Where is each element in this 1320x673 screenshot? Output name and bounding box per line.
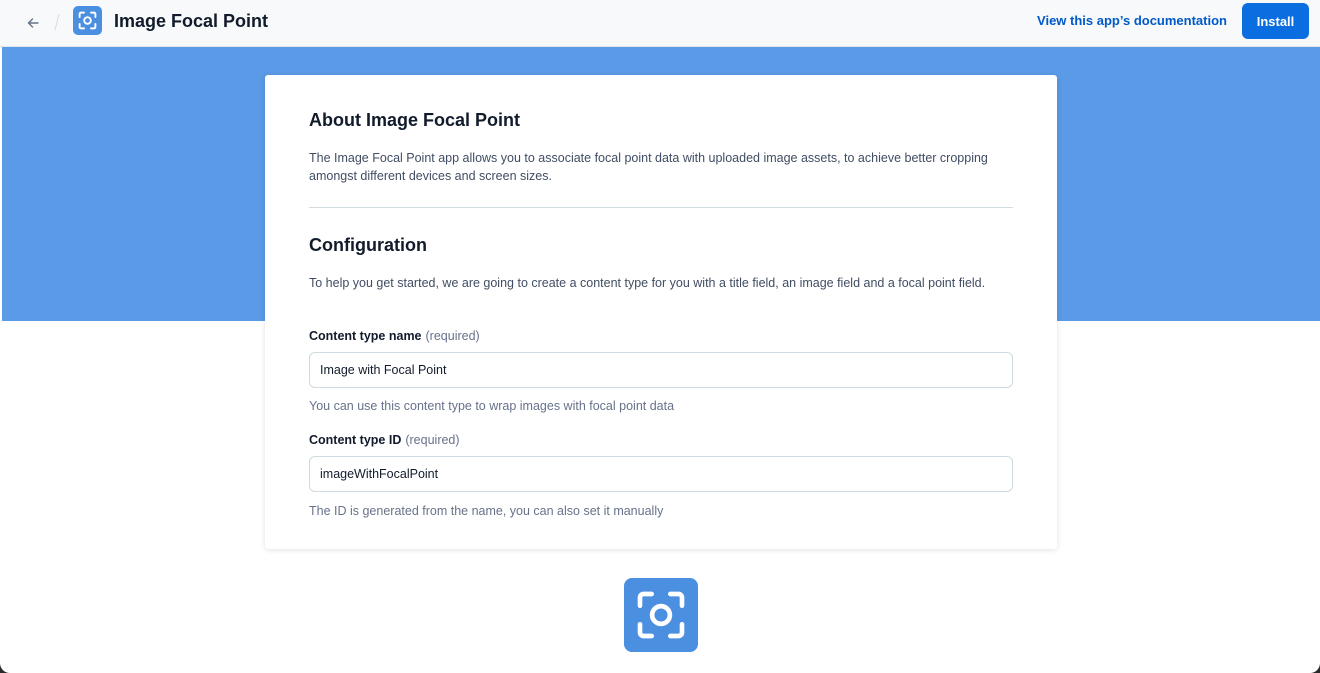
content-type-name-help: You can use this content type to wrap im… <box>309 399 675 413</box>
about-heading: About Image Focal Point <box>309 110 521 130</box>
configuration-text: To help you get started, we are going to… <box>309 276 986 290</box>
page-title: Image Focal Point <box>114 11 269 31</box>
install-button[interactable]: Install <box>1242 3 1309 39</box>
config-card: About Image Focal Point The Image Focal … <box>265 75 1057 549</box>
content-type-name-label: Content type name (required) <box>309 328 480 344</box>
content-type-id-input[interactable] <box>309 456 1013 492</box>
top-bar: Image Focal Point View this app’s docume… <box>0 0 1320 47</box>
focal-point-icon <box>73 6 102 35</box>
documentation-link[interactable]: View this app’s documentation <box>1037 13 1227 29</box>
back-button[interactable] <box>20 10 46 36</box>
content-type-id-help: The ID is generated from the name, you c… <box>309 504 664 518</box>
app-window: Image Focal Point View this app’s docume… <box>0 0 1320 673</box>
arrow-left-icon <box>27 18 39 28</box>
required-hint: (required) <box>425 329 480 343</box>
content-type-name-label-text: Content type name <box>309 329 422 343</box>
about-text: The Image Focal Point app allows you to … <box>309 151 988 183</box>
section-divider <box>309 207 1013 208</box>
configuration-heading: Configuration <box>309 235 427 255</box>
required-hint: (required) <box>405 433 460 447</box>
content-type-name-input[interactable] <box>309 352 1013 388</box>
breadcrumb-divider <box>54 13 60 31</box>
focal-point-icon <box>624 578 698 652</box>
content-type-id-label: Content type ID (required) <box>309 432 460 448</box>
content-type-id-label-text: Content type ID <box>309 433 402 447</box>
